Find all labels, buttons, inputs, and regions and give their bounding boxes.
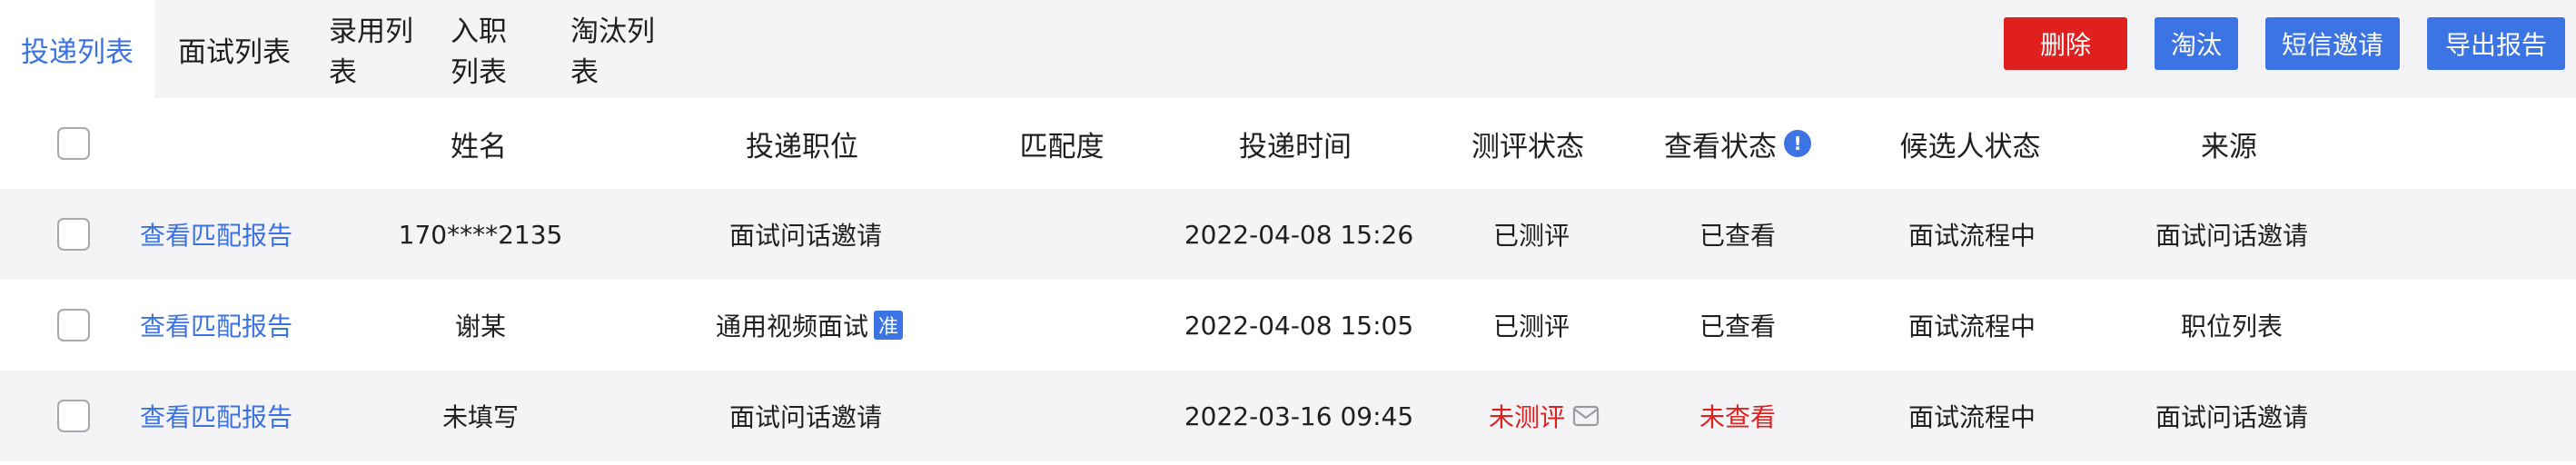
- cell-position: 通用视频面试 准: [715, 280, 904, 371]
- select-all-checkbox[interactable]: [57, 127, 90, 160]
- tab-delivery-list[interactable]: 投递列表: [0, 0, 154, 98]
- cell-view-status: 已查看: [1699, 221, 1777, 251]
- column-header-view-status-label: 查看状态: [1664, 130, 1777, 163]
- cell-source: 面试问话邀请: [2155, 402, 2309, 432]
- cell-candidate-status: 面试流程中: [1907, 402, 2036, 432]
- column-header-time: 投递时间: [1239, 130, 1352, 163]
- cell-candidate-status: 面试流程中: [1907, 312, 2036, 341]
- column-header-candidate-status: 候选人状态: [1899, 130, 2041, 163]
- list-tabs: 投递列表 面试列表 录用列表 入职列表 淘汰列表: [0, 0, 674, 98]
- export-report-button[interactable]: 导出报告: [2427, 17, 2565, 70]
- cell-source: 职位列表: [2180, 312, 2284, 341]
- mail-icon[interactable]: [1572, 404, 1600, 428]
- cell-position: 面试问话邀请: [728, 402, 883, 432]
- table-row: 查看匹配报告 170****2135 面试问话邀请 2022-04-08 15:…: [0, 189, 2576, 280]
- cell-time: 2022-04-08 15:26: [1184, 219, 1414, 250]
- cell-assessment-label: 未测评: [1488, 402, 1566, 432]
- eliminate-button[interactable]: 淘汰: [2155, 17, 2238, 70]
- cell-view-status: 已查看: [1699, 312, 1777, 341]
- cell-position: 面试问话邀请: [728, 221, 883, 251]
- delete-button[interactable]: 删除: [2004, 17, 2127, 70]
- cell-assessment: 已测评: [1492, 221, 1570, 251]
- cell-time: 2022-04-08 15:05: [1184, 310, 1414, 341]
- view-match-report-link[interactable]: 查看匹配报告: [140, 280, 292, 371]
- column-header-source: 来源: [2201, 130, 2257, 163]
- cell-assessment: 未测评: [1489, 371, 1600, 461]
- column-header-assessment: 测评状态: [1471, 130, 1584, 163]
- top-toolbar: 投递列表 面试列表 录用列表 入职列表 淘汰列表 删除 淘汰 短信邀请 导出报告: [0, 0, 2576, 98]
- cell-name: 未填写: [441, 402, 520, 432]
- tab-interview-list[interactable]: 面试列表: [154, 0, 311, 98]
- cell-view-status: 未查看: [1699, 371, 1776, 461]
- column-header-position: 投递职位: [746, 130, 858, 163]
- column-header-name: 姓名: [451, 130, 507, 163]
- cell-time: 2022-03-16 09:45: [1184, 401, 1414, 431]
- column-header-match: 匹配度: [1019, 130, 1105, 163]
- tab-eliminated-list[interactable]: 淘汰列表: [552, 0, 674, 98]
- candidate-list-page: 投递列表 面试列表 录用列表 入职列表 淘汰列表 删除 淘汰 短信邀请 导出报告…: [0, 0, 2576, 465]
- tab-hired-list[interactable]: 录用列表: [311, 0, 432, 98]
- cell-assessment: 已测评: [1492, 312, 1570, 341]
- row-checkbox[interactable]: [57, 309, 90, 341]
- table-header: 姓名 投递职位 匹配度 投递时间 测评状态 查看状态 ! 候选人状态 来源: [0, 98, 2576, 189]
- sms-invite-button[interactable]: 短信邀请: [2265, 17, 2400, 70]
- view-match-report-link[interactable]: 查看匹配报告: [140, 371, 292, 461]
- table-row: 查看匹配报告 谢某 通用视频面试 准 2022-04-08 15:05 已测评 …: [0, 280, 2576, 371]
- column-header-view-status: 查看状态 !: [1664, 98, 1811, 189]
- accurate-badge: 准: [874, 311, 904, 340]
- table-row: 查看匹配报告 未填写 面试问话邀请 2022-03-16 09:45 未测评 未…: [0, 371, 2576, 461]
- row-checkbox[interactable]: [57, 400, 90, 432]
- cell-name: 170****2135: [398, 219, 563, 250]
- cell-source: 面试问话邀请: [2155, 221, 2309, 251]
- cell-view-status-label: 未查看: [1699, 402, 1777, 432]
- view-match-report-link[interactable]: 查看匹配报告: [140, 189, 292, 280]
- tab-onboard-list[interactable]: 入职列表: [432, 0, 552, 98]
- cell-name: 谢某: [454, 312, 507, 341]
- cell-candidate-status: 面试流程中: [1907, 221, 2036, 251]
- info-icon[interactable]: !: [1784, 130, 1811, 157]
- cell-position-label: 通用视频面试: [715, 312, 869, 341]
- row-checkbox[interactable]: [57, 218, 90, 251]
